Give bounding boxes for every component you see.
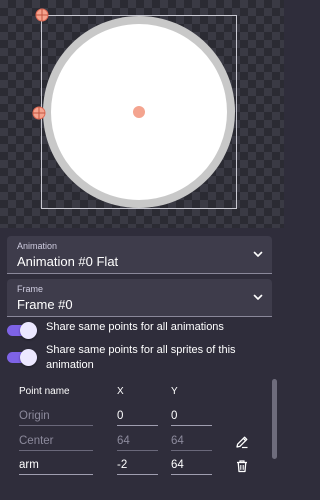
origin-point-marker [35,8,49,22]
column-header-x: X [117,386,124,397]
point-name-field: Center [19,431,93,451]
chevron-down-icon [253,294,263,300]
points-table-scrollbar[interactable] [272,379,277,459]
share-points-animations-toggle-row[interactable]: Share same points for all animations [7,320,278,339]
point-y-field: 64 [171,431,212,451]
sprite-canvas[interactable] [0,0,284,228]
animation-select-value: Animation #0 Flat [17,254,119,269]
frame-select-value: Frame #0 [17,297,73,312]
frame-select-label: Frame [17,284,44,294]
animation-select-label: Animation [17,241,58,251]
point-name-field: Origin [19,406,93,426]
animation-select[interactable]: Animation Animation #0 Flat [7,236,272,274]
sprite-preview[interactable] [0,0,284,228]
point-x-field: 64 [117,431,158,451]
share-points-animations-label: Share same points for all animations [46,321,224,333]
column-header-y: Y [171,386,178,397]
share-points-sprites-toggle-row[interactable]: Share same points for all sprites of thi… [7,343,278,373]
center-point-marker [133,106,145,118]
chevron-down-icon [253,251,263,257]
column-header-point-name: Point name [19,386,70,397]
share-points-sprites-switch[interactable] [7,349,37,366]
point-y-field[interactable]: 0 [171,406,212,426]
arm-point-marker [32,106,46,120]
trash-icon[interactable] [235,459,249,473]
pencil-icon[interactable] [235,435,249,449]
point-x-field[interactable]: 0 [117,406,158,426]
frame-select[interactable]: Frame Frame #0 [7,279,272,317]
point-y-field[interactable]: 64 [171,455,212,475]
share-points-sprites-label: Share same points for all sprites of thi… [46,344,236,371]
point-x-field[interactable]: -2 [117,455,158,475]
point-name-field[interactable]: arm [19,455,93,475]
share-points-animations-switch[interactable] [7,322,37,339]
